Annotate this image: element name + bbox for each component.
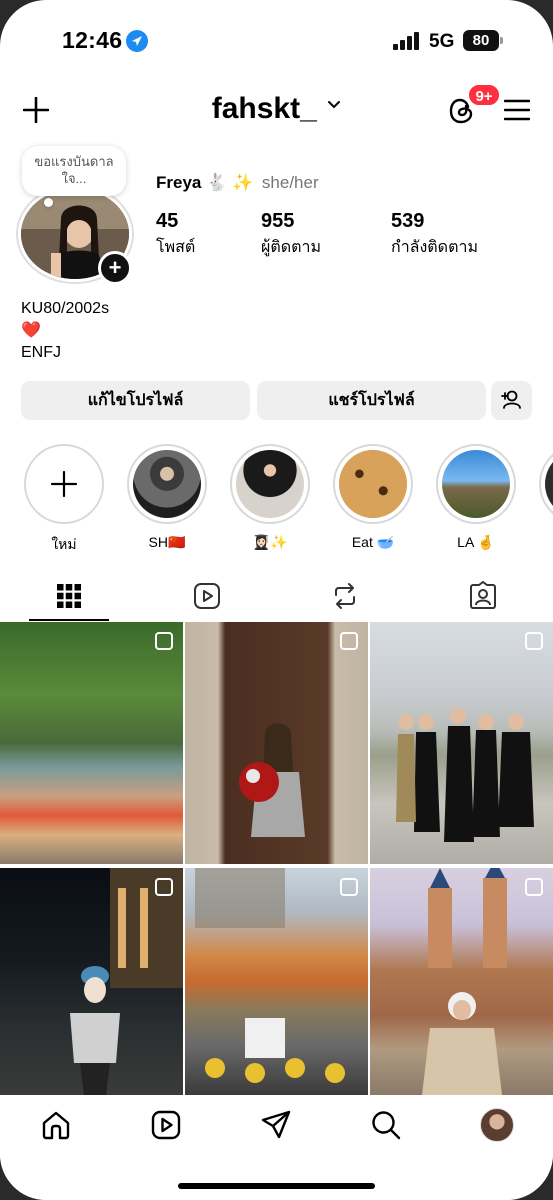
plus-icon — [50, 470, 78, 498]
tagged-person-icon — [470, 581, 496, 609]
highlight-item[interactable]: LA 🤞 — [436, 444, 516, 551]
highlight-ring — [539, 444, 553, 524]
post-image — [422, 868, 507, 1095]
note-bubble-tail — [44, 198, 53, 207]
display-name: Freya — [156, 173, 202, 192]
add-story-button[interactable]: + — [98, 251, 132, 285]
carousel-icon — [155, 878, 173, 896]
note-bubble[interactable]: ขอแรงบันดาล ใจ... — [22, 146, 126, 196]
carousel-icon — [155, 632, 173, 650]
network-type: 5G — [429, 31, 455, 52]
highlight-ring — [333, 444, 413, 524]
hamburger-menu-icon[interactable] — [504, 98, 530, 122]
chevron-down-icon — [328, 101, 341, 109]
highlight-cover — [442, 450, 510, 518]
post-thumbnail[interactable] — [185, 622, 368, 864]
status-time: 12:46 — [62, 27, 123, 53]
post-thumbnail[interactable] — [370, 622, 553, 864]
followers-stat[interactable]: 955 ผู้ติดตาม — [261, 210, 321, 260]
battery-tip — [500, 37, 503, 44]
highlight-label: ใหม่ — [51, 536, 77, 552]
post-thumbnail[interactable] — [370, 868, 553, 1095]
share-profile-button[interactable]: แชร์โปรไฟล์ — [257, 381, 486, 420]
posts-count: 45 — [156, 210, 179, 232]
highlight-cover — [339, 450, 407, 518]
pronouns: she/her — [261, 173, 319, 192]
highlight-label: SH🇨🇳 — [148, 534, 186, 550]
name-emoji: 🐇 ✨ — [206, 173, 254, 192]
home-indicator — [178, 1183, 375, 1189]
notification-badge: 9+ — [467, 83, 501, 107]
repost-icon — [335, 583, 355, 609]
highlight-item[interactable]: SH🇨🇳 — [127, 444, 207, 551]
highlight-label: Eat 🥣 — [351, 534, 395, 550]
location-arrow-icon — [126, 30, 148, 52]
post-image — [195, 868, 345, 1083]
highlight-ring — [436, 444, 516, 524]
bio-line: ENFJ — [21, 344, 61, 361]
highlight-new[interactable]: ใหม่ — [24, 444, 104, 556]
following-stat[interactable]: 539 กำลังติดตาม — [391, 210, 478, 260]
cellular-signal-icon — [393, 32, 419, 50]
add-person-icon — [501, 390, 521, 409]
direct-message-icon[interactable] — [260, 1109, 292, 1141]
highlight-ring — [230, 444, 310, 524]
tab-reels[interactable] — [138, 570, 276, 622]
post-grid — [0, 622, 553, 1095]
highlight-cover — [545, 450, 553, 518]
tab-reposts[interactable] — [276, 570, 414, 622]
highlight-ring — [127, 444, 207, 524]
following-label: กำลังติดตาม — [391, 239, 478, 256]
post-image — [396, 708, 534, 842]
posts-label: โพสต์ — [156, 239, 196, 256]
phone-screen: 12:46 5G 80 fahskt_ 9+ + ขอแรงบันดาล ใจ.… — [0, 0, 553, 1200]
post-thumbnail[interactable] — [185, 868, 368, 1095]
profile-tabs — [0, 570, 553, 622]
profile-name-line: Freya 🐇 ✨ she/her — [156, 173, 319, 193]
carousel-icon — [525, 632, 543, 650]
post-thumbnail[interactable] — [0, 622, 183, 864]
bio-line: ❤️ — [21, 322, 41, 339]
followers-count: 955 — [261, 210, 295, 232]
highlight-cover — [236, 450, 304, 518]
note-text: ขอแรงบันดาล ใจ... — [34, 154, 114, 186]
highlight-label: LA 🤞 — [457, 534, 495, 550]
highlight-item-partial[interactable] — [539, 444, 553, 524]
username: fahskt_ — [211, 92, 317, 125]
reels-icon — [194, 583, 220, 609]
battery-indicator: 80 — [463, 30, 499, 51]
reels-nav-icon[interactable] — [150, 1109, 182, 1141]
highlight-item[interactable]: 👩🏻‍🎓✨ — [230, 444, 310, 551]
followers-label: ผู้ติดตาม — [261, 239, 322, 256]
carousel-icon — [340, 878, 358, 896]
home-icon[interactable] — [40, 1109, 72, 1141]
carousel-icon — [525, 878, 543, 896]
discover-people-button[interactable] — [491, 381, 532, 420]
post-image — [70, 868, 183, 1095]
highlight-label: 👩🏻‍🎓✨ — [252, 534, 288, 550]
active-tab-indicator — [29, 619, 109, 621]
highlight-new-ring — [24, 444, 104, 524]
highlight-cover — [133, 450, 201, 518]
post-thumbnail[interactable] — [0, 868, 183, 1095]
following-count: 539 — [391, 210, 425, 232]
profile-nav-avatar[interactable] — [480, 1108, 514, 1142]
carousel-icon — [340, 632, 358, 650]
bio: KU80/2002s ❤️ ENFJ — [21, 298, 109, 364]
status-bar: 12:46 5G 80 — [0, 0, 553, 80]
posts-stat[interactable]: 45 โพสต์ — [156, 210, 195, 260]
post-image — [239, 723, 305, 837]
tab-grid[interactable] — [0, 570, 138, 622]
tab-tagged[interactable] — [414, 570, 552, 622]
search-icon[interactable] — [370, 1109, 402, 1141]
highlight-item[interactable]: Eat 🥣 — [333, 444, 413, 551]
bio-line: KU80/2002s — [21, 300, 110, 317]
grid-icon — [57, 584, 81, 608]
edit-profile-button[interactable]: แก้ไขโปรไฟล์ — [21, 381, 250, 420]
